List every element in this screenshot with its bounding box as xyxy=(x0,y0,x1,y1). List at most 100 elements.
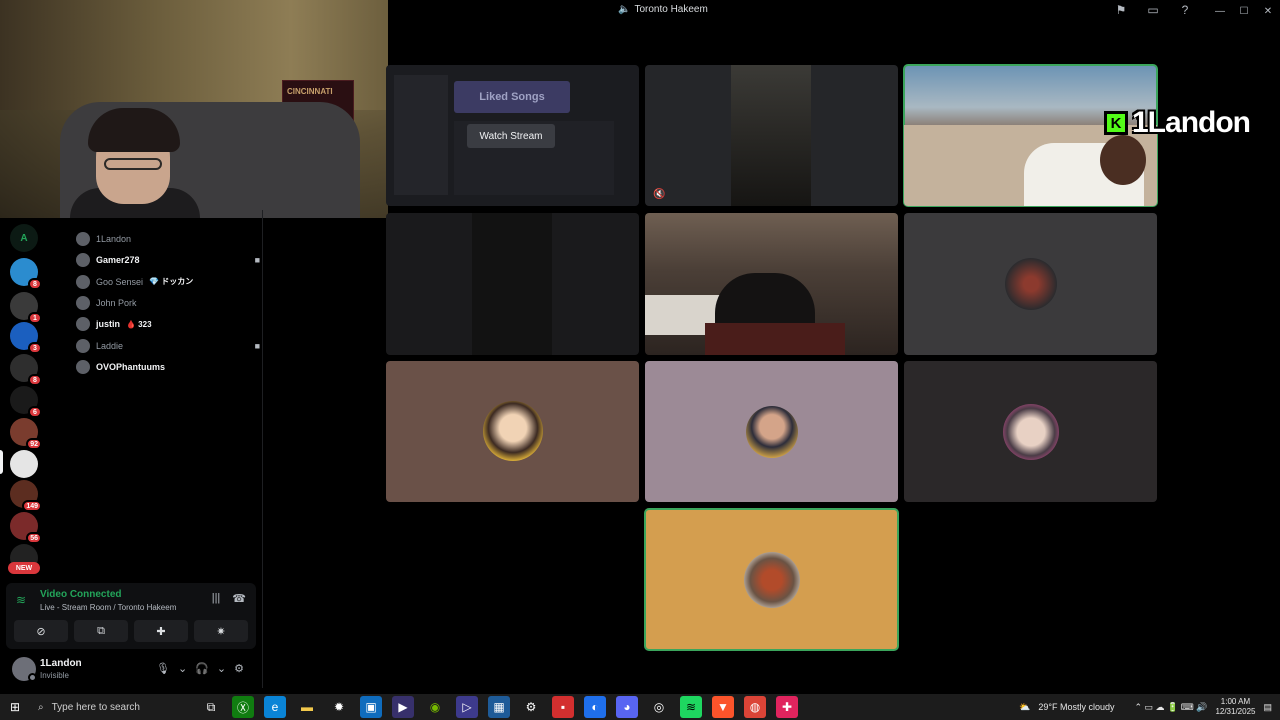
taskbar-app-discord-icon[interactable]: ◕ xyxy=(616,696,638,718)
taskbar-app-chrome-icon[interactable]: ◍ xyxy=(744,696,766,718)
taskbar-app-calculator-icon[interactable]: ▦ xyxy=(488,696,510,718)
voice-member[interactable]: 1Landon xyxy=(76,229,266,249)
user-avatar xyxy=(483,401,543,461)
voice-member[interactable]: Gamer278 ■ xyxy=(76,250,266,270)
voice-member[interactable]: Laddie ■ xyxy=(76,336,266,356)
clock-date: 12/31/2025 xyxy=(1215,707,1256,716)
taskbar-app-media-icon[interactable]: ▶ xyxy=(392,696,414,718)
avatar-tile-girl[interactable] xyxy=(904,361,1157,502)
voice-status[interactable]: Video Connected xyxy=(40,589,122,600)
user-name[interactable]: 1Landon xyxy=(40,658,82,669)
user-status-dot xyxy=(28,673,37,682)
member-avatar xyxy=(76,232,90,246)
unread-badge: 8 xyxy=(28,374,42,386)
member-tag: 🩸 323 xyxy=(126,319,152,329)
unread-badge: 6 xyxy=(28,406,42,418)
taskbar-app-explorer-icon[interactable]: ▬ xyxy=(296,696,318,718)
voice-member[interactable]: justin 🩸 323 xyxy=(76,314,266,334)
member-name: Gamer278 xyxy=(96,255,140,266)
server-icon[interactable]: 92 xyxy=(10,418,42,450)
help-icon[interactable]: ? xyxy=(1178,3,1192,17)
inbox-icon[interactable]: ⚑ xyxy=(1114,3,1128,17)
taskbar-app-pin-app-icon[interactable]: ✚ xyxy=(776,696,798,718)
kick-name-overlay: K 1Landon xyxy=(1104,106,1251,139)
taskbar-app-settings-icon[interactable]: ✹ xyxy=(328,696,350,718)
close-button[interactable]: ✕ xyxy=(1256,0,1280,22)
server-icon[interactable]: 56 xyxy=(10,512,42,544)
member-avatar xyxy=(76,317,90,332)
member-avatar xyxy=(76,338,90,353)
taskbar-app-red-app-icon[interactable]: ▪ xyxy=(552,696,574,718)
maximize-button[interactable]: ☐ xyxy=(1232,0,1256,22)
server-icon[interactable]: 1 xyxy=(10,292,42,324)
server-icon[interactable] xyxy=(10,450,38,478)
member-name: 1Landon xyxy=(96,234,132,244)
headset-options-chevron-icon[interactable]: ⌄ xyxy=(217,662,226,675)
disconnect-icon[interactable]: ☎ xyxy=(232,592,246,605)
voice-member[interactable]: Goo Sensei 💎 ドッカン xyxy=(76,272,266,292)
windows-taskbar: ⊞ ⌕ Type here to search ⧉ Ⓧe ▬ ✹ ▣ ▶ ◉ ▷ ▦ ⚙ ▪ ◐ ◕ ◎ ≋… xyxy=(0,694,1280,720)
server-icon[interactable]: 149 xyxy=(10,480,42,512)
activities-button[interactable]: ✚ xyxy=(134,620,188,642)
webcam-hair xyxy=(88,108,180,152)
liked-songs-preview: Liked Songs xyxy=(454,81,570,113)
taskbar-app-edge-icon[interactable]: e xyxy=(264,696,286,718)
search-icon: ⌕ xyxy=(38,701,44,713)
taskbar-app-nvidia-icon[interactable]: ◉ xyxy=(424,696,446,718)
member-name: OVOPhantuums xyxy=(96,361,166,372)
signal-icon[interactable]: ≋ xyxy=(16,593,26,607)
stream-tile[interactable]: Liked Songs Watch Stream xyxy=(386,65,639,206)
user-avatar xyxy=(744,552,800,608)
overlay-name-text: 1Landon xyxy=(1132,106,1251,139)
server-icon[interactable]: 8 xyxy=(10,258,42,290)
voice-channel-members: 1Landon Gamer278 ■ Goo Sensei 💎 ドッカン John Por… xyxy=(48,210,262,590)
camera-off-button[interactable]: ⊘ xyxy=(14,620,68,642)
taskbar-app-player-icon[interactable]: ▷ xyxy=(456,696,478,718)
user-avatar xyxy=(746,406,798,458)
mic-options-chevron-icon[interactable]: ⌄ xyxy=(178,662,187,675)
voice-channel-path[interactable]: Live - Stream Room / Toronto Hakeem xyxy=(40,603,176,612)
watch-stream-button[interactable]: Watch Stream xyxy=(467,124,555,148)
taskbar-app-store-icon[interactable]: ▣ xyxy=(360,696,382,718)
avatar-tile-person[interactable] xyxy=(645,361,898,502)
avatar-tile-orange[interactable] xyxy=(644,508,899,651)
video-feed xyxy=(731,65,811,206)
avatar-tile-anime[interactable] xyxy=(386,361,639,502)
screen-icon[interactable]: ▭ xyxy=(1146,3,1160,17)
taskbar-app-browser-icon[interactable]: ◐ xyxy=(584,696,606,718)
taskbar-search[interactable]: ⌕ Type here to search xyxy=(30,694,170,720)
clock[interactable]: 1:00 AM 12/31/2025 xyxy=(1215,697,1255,717)
noise-suppression-icon[interactable]: ||| xyxy=(212,592,221,605)
taskbar-app-xbox-icon[interactable]: Ⓧ xyxy=(232,696,254,718)
microphone-icon[interactable]: 🎙 xyxy=(156,662,170,675)
voice-member[interactable]: John Pork xyxy=(76,293,266,313)
server-icon[interactable]: 8 xyxy=(10,354,42,386)
video-tile-dark-room[interactable]: 🔇 xyxy=(645,65,898,206)
minimize-button[interactable]: — xyxy=(1208,0,1232,22)
server-icon[interactable]: A xyxy=(10,224,38,252)
video-tile-dark[interactable] xyxy=(386,213,639,355)
settings-gear-icon[interactable]: ⚙ xyxy=(234,662,244,675)
taskbar-app-obs-icon[interactable]: ◎ xyxy=(648,696,670,718)
headset-icon[interactable]: 🎧 xyxy=(195,662,209,675)
screen-share-button[interactable]: ⧉ xyxy=(74,620,128,642)
weather-text[interactable]: 29°F Mostly cloudy xyxy=(1038,702,1114,712)
weather-icon[interactable]: ⛅ xyxy=(1019,702,1030,713)
system-tray: ⛅ 29°F Mostly cloudy ⌃ ▭ ☁ 🔋 ⌨ 🔊 1:00 AM… xyxy=(1019,694,1280,720)
server-icon[interactable]: 6 xyxy=(10,386,42,418)
member-name: Goo Sensei xyxy=(96,276,144,287)
video-tile-bedroom[interactable] xyxy=(645,213,898,355)
tray-icons[interactable]: ⌃ ▭ ☁ 🔋 ⌨ 🔊 xyxy=(1134,702,1207,713)
server-icon[interactable]: 3 xyxy=(10,322,42,354)
window-title: 🔈 Toronto Hakeem xyxy=(618,4,708,15)
taskbar-app-gear-icon[interactable]: ⚙ xyxy=(520,696,542,718)
start-button[interactable]: ⊞ xyxy=(0,694,30,720)
taskbar-app-spotify-icon[interactable]: ≋ xyxy=(680,696,702,718)
taskbar-app-brave-icon[interactable]: ▼ xyxy=(712,696,734,718)
soundboard-button[interactable]: ✷ xyxy=(194,620,248,642)
member-avatar xyxy=(76,295,90,310)
voice-member[interactable]: OVOPhantuums xyxy=(76,357,266,377)
avatar-tile-robot[interactable] xyxy=(904,213,1157,355)
taskbar-app-task-view-icon[interactable]: ⧉ xyxy=(200,696,222,718)
notifications-icon[interactable]: ▤ xyxy=(1263,702,1272,713)
